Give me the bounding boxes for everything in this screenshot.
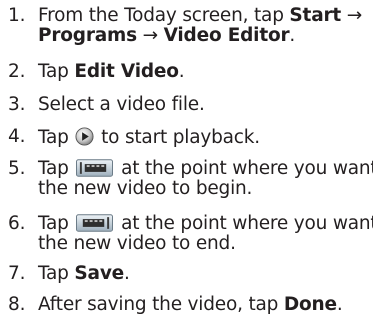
- programs-label: Programs: [38, 25, 137, 46]
- step-text-segment: Tap: [38, 127, 75, 148]
- step-text-segment: From the Today screen, tap: [38, 5, 290, 26]
- step-text-segment: After saving the video, tap: [38, 294, 284, 315]
- step-number: 6.: [8, 213, 26, 234]
- step-text-segment: at the point where you want: [115, 158, 373, 179]
- step-text-segment: .: [178, 61, 185, 82]
- done-label: Done: [283, 294, 337, 315]
- step-text-segment: at the point where you want: [115, 213, 373, 234]
- step-number: 4.: [8, 126, 26, 147]
- video-editor-label: Video Editor: [163, 25, 290, 46]
- step-number: 8.: [8, 294, 26, 315]
- step-line: Tap Save.: [38, 264, 373, 284]
- step-line: From the Today screen, tap Start →: [38, 6, 373, 26]
- step-line: Programs → Video Editor.: [38, 26, 373, 46]
- step-text-segment: Tap: [38, 263, 75, 284]
- play-icon: [75, 127, 94, 146]
- step-number: 3.: [8, 94, 26, 115]
- save-label: Save: [74, 263, 125, 284]
- step-text: Tap Edit Video.: [38, 62, 373, 82]
- step-text-segment: Tap: [38, 213, 75, 234]
- step-text-segment: Tap: [38, 158, 75, 179]
- mark-start-icon: [76, 159, 114, 177]
- mark-end-icon: [76, 214, 114, 232]
- step-line: Select a video file.: [38, 94, 205, 115]
- step-text-segment: Tap: [38, 61, 75, 82]
- step-line: Tap to start playback.: [38, 127, 373, 148]
- step-text: From the Today screen, tap Start → Progr…: [38, 6, 373, 46]
- step-text: Tap to start playback.: [38, 127, 373, 148]
- step-text-segment: to start playback.: [95, 127, 260, 148]
- step-line: Tap at the point where you want: [38, 214, 373, 234]
- step-text: Tap Save.: [38, 264, 373, 284]
- arrow-glyph: →: [142, 25, 159, 46]
- step-text-segment: .: [336, 294, 343, 315]
- step-text: Select a video file.: [38, 95, 373, 115]
- step-text-segment: .: [124, 263, 130, 284]
- step-line: the new video to end.: [38, 233, 236, 254]
- step-text: Tap at the point where you want the new …: [38, 159, 373, 199]
- step-text: After saving the video, tap Done.: [38, 295, 373, 315]
- step-number: 7.: [8, 263, 26, 284]
- step-number: 5.: [8, 158, 26, 179]
- step-line: After saving the video, tap Done.: [38, 295, 373, 315]
- step-line: the new video to begin.: [38, 178, 253, 199]
- arrow-glyph: →: [346, 5, 363, 26]
- step-text: Tap at the point where you want the new …: [38, 214, 373, 254]
- step-number: 1.: [8, 5, 26, 26]
- step-text-segment: .: [289, 25, 296, 46]
- step-line: Tap Edit Video.: [38, 62, 373, 82]
- step-number: 2.: [8, 61, 26, 82]
- step-line: Tap at the point where you want: [38, 159, 373, 179]
- edit-video-label: Edit Video: [74, 61, 179, 82]
- start-menu-label: Start: [289, 5, 342, 26]
